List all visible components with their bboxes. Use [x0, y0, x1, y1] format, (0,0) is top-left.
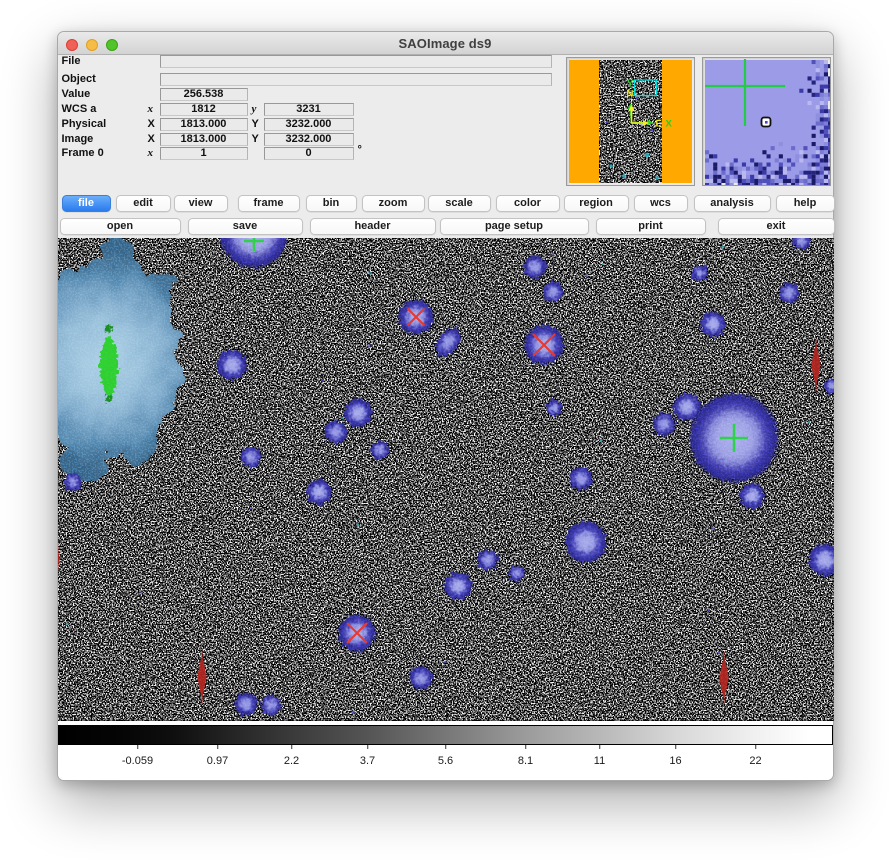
svg-text:E: E — [655, 119, 661, 130]
svg-text:N: N — [626, 89, 633, 100]
svg-text:X: X — [665, 119, 672, 130]
